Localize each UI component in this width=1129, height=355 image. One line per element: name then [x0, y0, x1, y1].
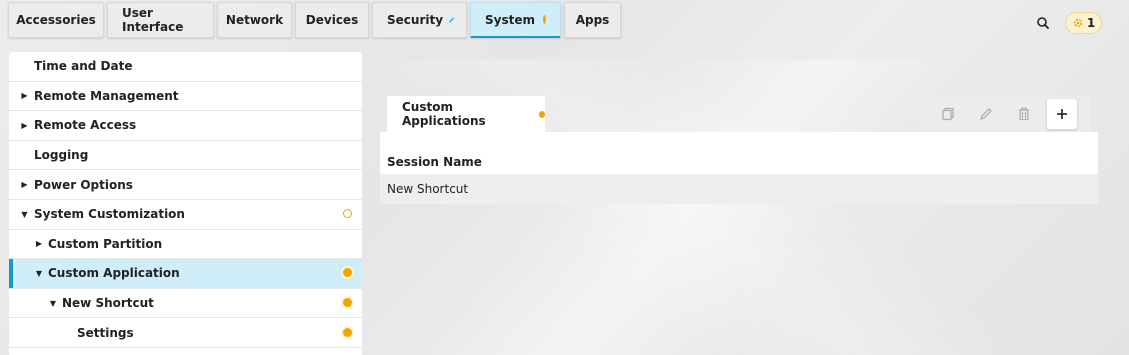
tab-label: Network [225, 13, 284, 27]
status-indicator [343, 296, 352, 310]
caret-right-icon[interactable]: ▶ [15, 121, 34, 130]
sidebar-item-label: Logging [34, 148, 89, 163]
column-header-session-name[interactable]: Session Name [380, 132, 1098, 174]
status-indicator [343, 207, 352, 221]
system-status-icon [543, 15, 546, 24]
sidebar-item-settings[interactable]: Settings [9, 318, 362, 348]
tab-apps[interactable]: Apps [564, 2, 621, 38]
sidebar-item-label: Power Options [34, 177, 133, 192]
sidebar-item-system-customization[interactable]: ▼ System Customization [9, 200, 362, 230]
tab-system[interactable]: System [470, 2, 561, 38]
table-row[interactable]: New Shortcut [380, 174, 1098, 204]
tab-label: Accessories [16, 13, 96, 27]
content-tab-label: Custom Applications [402, 100, 486, 128]
caret-down-icon[interactable]: ▼ [15, 210, 34, 219]
status-dot-icon [343, 327, 352, 337]
notification-count: 1 [1086, 16, 1096, 30]
sidebar-item-label: Custom Application [48, 266, 180, 281]
copy-button[interactable] [933, 99, 963, 129]
security-status-icon [449, 17, 454, 23]
status-indicator [343, 266, 352, 280]
delete-button[interactable] [1009, 99, 1039, 129]
sidebar-item-new-shortcut[interactable]: ▼ New Shortcut [9, 289, 362, 319]
tab-custom-applications[interactable]: Custom Applications [387, 96, 545, 132]
status-indicator [343, 326, 352, 340]
tab-accessories[interactable]: Accessories [8, 2, 104, 38]
tab-label: Apps [575, 13, 610, 27]
table-cell-session-name: New Shortcut [387, 182, 469, 196]
sidebar-item-label: Settings [77, 325, 134, 340]
pending-ring-icon [343, 209, 352, 219]
tab-devices[interactable]: Devices [295, 2, 369, 38]
sidebar-item-logging[interactable]: Logging [9, 141, 362, 171]
tab-label: System [485, 12, 535, 27]
tab-user-interface[interactable]: User Interface [107, 2, 214, 38]
status-dot-icon [343, 268, 352, 278]
edit-button[interactable] [971, 99, 1001, 129]
add-button[interactable] [1047, 99, 1077, 129]
caret-down-icon[interactable]: ▼ [44, 299, 62, 308]
caret-right-icon[interactable]: ▶ [15, 180, 34, 189]
sidebar-item-power-options[interactable]: ▶ Power Options [9, 170, 362, 200]
sidebar-item-label: System Customization [34, 207, 185, 222]
plus-icon [1057, 109, 1067, 119]
content-toolbar [918, 96, 1090, 132]
pencil-icon [980, 108, 992, 120]
search-icon [1037, 17, 1049, 29]
tab-label: Security [387, 13, 444, 27]
status-dot-icon [538, 110, 545, 118]
tab-network[interactable]: Network [217, 2, 292, 38]
sidebar-item-custom-application[interactable]: ▼ Custom Application [9, 259, 362, 289]
search-button[interactable] [1033, 13, 1053, 33]
trash-icon [1019, 107, 1029, 121]
sidebar-item-custom-partition[interactable]: ▶ Custom Partition [9, 230, 362, 260]
sidebar-item-label: Remote Management [34, 88, 179, 103]
sidebar-item-remote-management[interactable]: ▶ Remote Management [9, 82, 362, 112]
sidebar-item-remote-access[interactable]: ▶ Remote Access [9, 111, 362, 141]
caret-right-icon[interactable]: ▶ [15, 91, 34, 100]
status-dot-icon [343, 298, 352, 308]
caret-down-icon[interactable]: ▼ [30, 269, 48, 278]
sidebar-item-label: Remote Access [34, 118, 137, 133]
copy-icon [942, 107, 954, 121]
caret-right-icon[interactable]: ▶ [30, 239, 48, 248]
gear-notification-icon [1073, 19, 1082, 27]
tab-label: Devices [305, 13, 359, 27]
sessions-table: Session Name New Shortcut [380, 132, 1098, 204]
sidebar-item-label: Custom Partition [48, 236, 163, 251]
sidebar-item-label: New Shortcut [62, 296, 154, 311]
sidebar-item-time-and-date[interactable]: Time and Date [9, 52, 362, 82]
tab-label: User Interface [122, 6, 184, 34]
sidebar-tree: Time and Date ▶ Remote Management ▶ Remo… [9, 52, 362, 355]
top-tab-bar: Accessories User Interface Network Devic… [8, 2, 621, 38]
notification-badge[interactable]: 1 [1065, 12, 1102, 34]
tab-security[interactable]: Security [372, 2, 467, 38]
sidebar-item-label: Time and Date [34, 59, 133, 74]
